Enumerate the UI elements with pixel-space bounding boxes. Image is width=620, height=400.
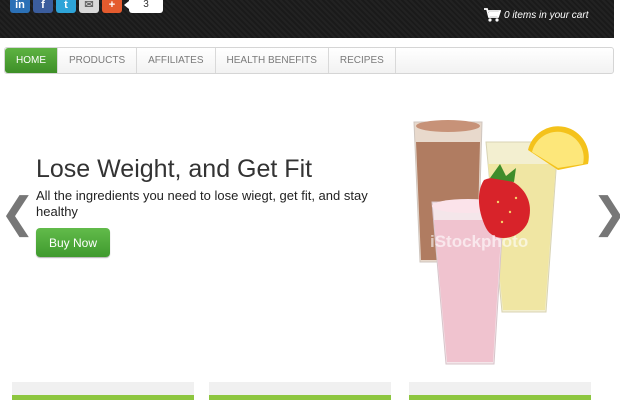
cart-icon xyxy=(484,8,501,22)
feature-card[interactable] xyxy=(409,382,591,400)
nav-item-health-benefits[interactable]: HEALTH BENEFITS xyxy=(216,48,329,73)
facebook-icon[interactable]: f xyxy=(33,0,53,13)
google-plus-icon[interactable]: + xyxy=(102,0,122,13)
carousel-prev-icon[interactable]: ❮ xyxy=(0,192,35,234)
feature-card[interactable] xyxy=(12,382,194,400)
main-nav: HOME PRODUCTS AFFILIATES HEALTH BENEFITS… xyxy=(4,47,614,74)
buy-now-button[interactable]: Buy Now xyxy=(36,228,110,257)
email-icon[interactable]: ✉ xyxy=(79,0,99,13)
image-watermark: iStockphoto xyxy=(430,232,529,251)
cart-status[interactable]: 0 items in your cart xyxy=(504,10,588,21)
cart-link[interactable]: 0 items in your cart xyxy=(484,8,588,22)
nav-item-affiliates[interactable]: AFFILIATES xyxy=(137,48,216,73)
social-share-bar: in f t ✉ + 3 xyxy=(10,0,163,13)
hero-subtitle: All the ingredients you need to lose wie… xyxy=(36,188,368,219)
nav-item-products[interactable]: PRODUCTS xyxy=(58,48,138,73)
twitter-icon[interactable]: t xyxy=(56,0,76,13)
hero-title: Lose Weight, and Get Fit xyxy=(36,155,313,183)
nav-item-recipes[interactable]: RECIPES xyxy=(329,48,396,73)
top-bar: in f t ✉ + 3 0 items in your cart xyxy=(0,0,614,38)
share-count: 3 xyxy=(124,0,163,13)
linkedin-icon[interactable]: in xyxy=(10,0,30,13)
nav-item-home[interactable]: HOME xyxy=(5,48,58,73)
feature-card[interactable] xyxy=(209,382,391,400)
